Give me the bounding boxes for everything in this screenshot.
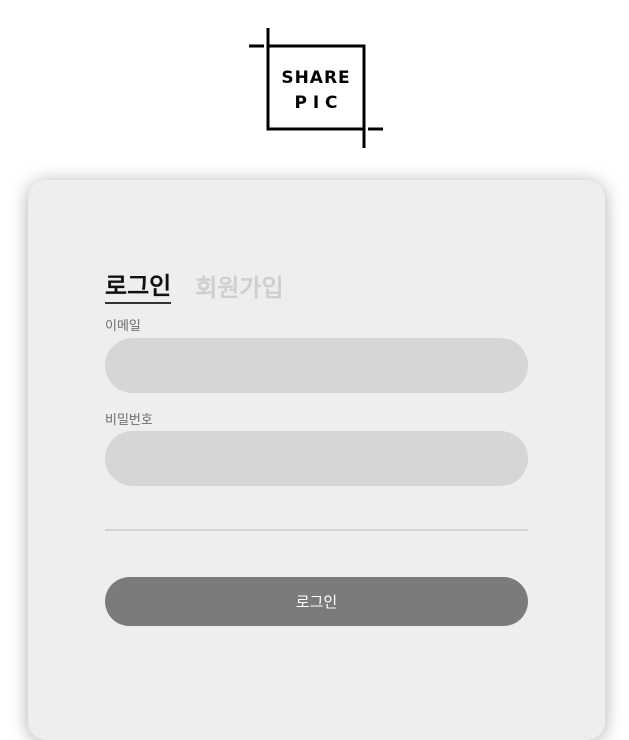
share-pic-logo-icon: SHARE P I C — [249, 28, 383, 148]
auth-tabs: 로그인 회원가입 — [105, 270, 284, 304]
login-button[interactable]: 로그인 — [105, 577, 528, 626]
app-logo: SHARE P I C — [249, 28, 385, 150]
password-field[interactable] — [105, 431, 528, 486]
form-divider — [105, 529, 528, 531]
email-label: 이메일 — [105, 319, 141, 334]
password-label: 비밀번호 — [105, 413, 153, 428]
login-card: 로그인 회원가입 이메일 비밀번호 로그인 — [28, 180, 605, 740]
logo-line2: P I C — [294, 93, 337, 113]
logo-line1: SHARE — [281, 68, 350, 88]
tab-login[interactable]: 로그인 — [105, 270, 172, 304]
tab-signup[interactable]: 회원가입 — [195, 272, 283, 304]
email-field[interactable] — [105, 338, 528, 393]
